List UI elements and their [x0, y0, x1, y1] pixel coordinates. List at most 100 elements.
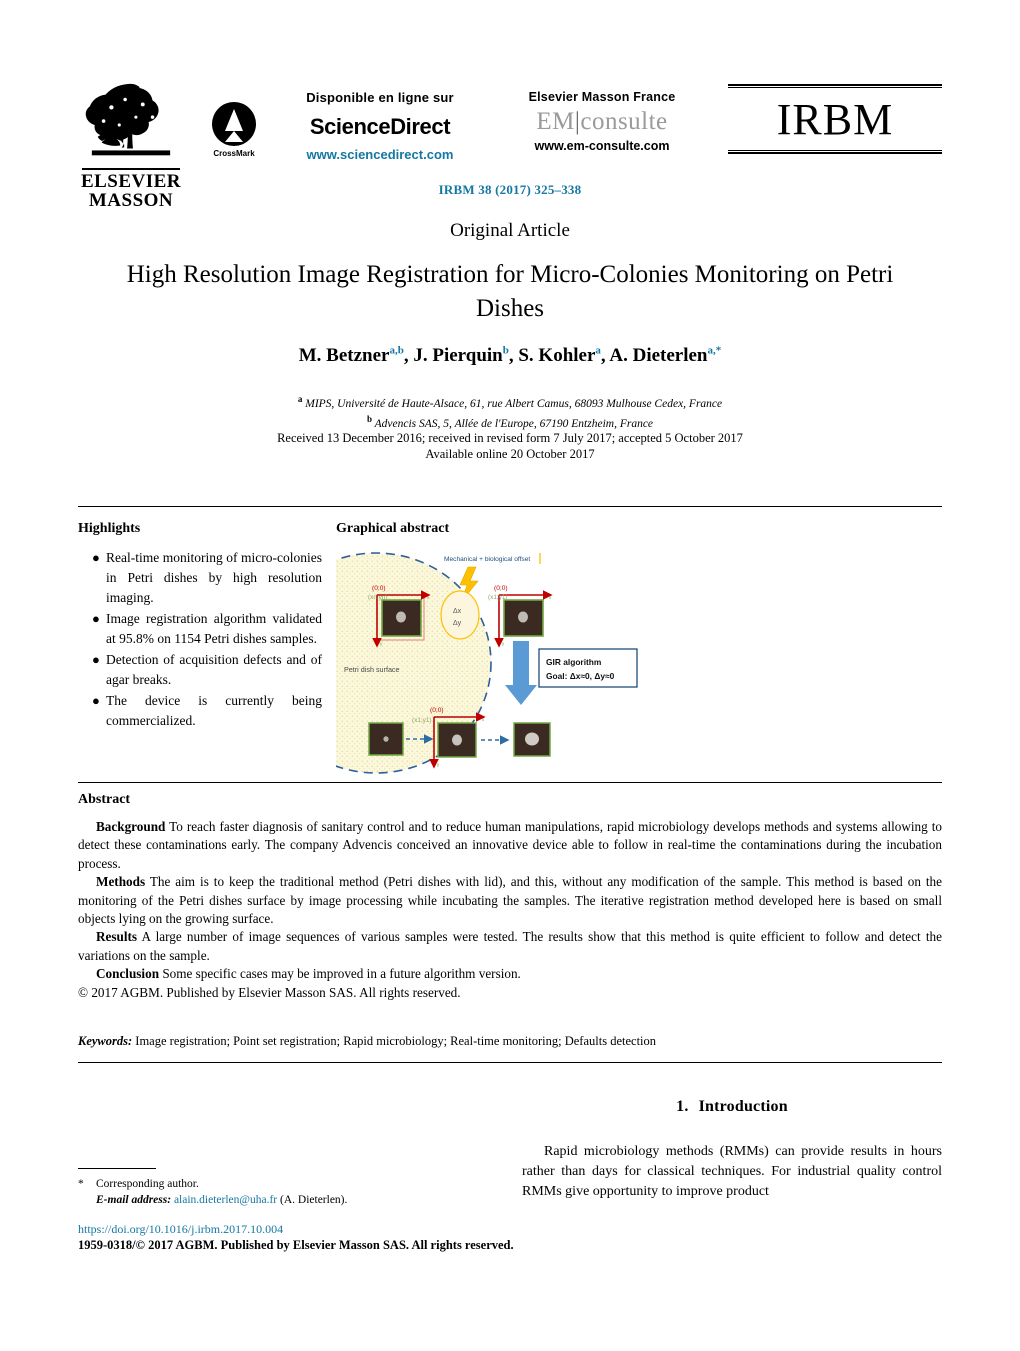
process-arrow-icon [505, 641, 537, 705]
affiliation-marker: b [366, 413, 372, 424]
abstract-paragraph-text: A large number of image sequences of var… [78, 929, 942, 963]
affiliation-item: b Advencis SAS, 5, Allée de l'Europe, 67… [60, 412, 960, 432]
author-affiliation-marker: a,b [389, 345, 404, 357]
sciencedirect-url[interactable]: www.sciencedirect.com [280, 147, 480, 162]
crossmark-icon [212, 102, 256, 146]
abstract-paragraph-label: Methods [96, 874, 146, 890]
doi-link[interactable]: https://doi.org/10.1016/j.irbm.2017.10.0… [78, 1222, 283, 1237]
list-item: ● Real-time monitoring of micro-colonies… [92, 548, 322, 608]
coord-label-right: (x1;y1) [488, 594, 508, 601]
author-name: S. Kohler [518, 345, 596, 367]
author-entry[interactable]: A. Dieterlena,* [609, 345, 721, 366]
author-affiliation-marker: a [595, 345, 601, 357]
footnote-block: * Corresponding author. E-mail address: … [78, 1176, 498, 1208]
emconsulte-url[interactable]: www.em-consulte.com [502, 139, 702, 153]
keywords-label: Keywords: [78, 1034, 133, 1048]
sciencedirect-wordmark: ScienceDirect [309, 114, 451, 139]
highlight-text: Image registration algorithm validated a… [106, 611, 322, 646]
email-line: E-mail address: alain.dieterlen@uha.fr (… [96, 1192, 347, 1208]
bullet-icon: ● [92, 611, 100, 626]
origin-label-bottom: (0;0) [430, 707, 444, 714]
section-title: Introduction [698, 1098, 788, 1115]
abstract-paragraph: Conclusion Some specific cases may be im… [78, 965, 942, 983]
footnote-divider [78, 1168, 156, 1169]
issn-copyright-line: 1959-0318/© 2017 AGBM. Published by Else… [78, 1238, 514, 1252]
author-entry[interactable]: J. Pierquinb [413, 345, 509, 366]
email-row: E-mail address: alain.dieterlen@uha.fr (… [78, 1192, 498, 1208]
delta-x-label: Δx [453, 608, 462, 615]
author-list: M. Betznera,b, J. Pierquinb, S. Kohlera,… [298, 345, 722, 367]
abstract-body: Background To reach faster diagnosis of … [78, 818, 942, 1002]
abstract-heading: Abstract [78, 792, 131, 807]
corresponding-author-text: Corresponding author. [96, 1178, 199, 1190]
article-history-received: Received 13 December 2016; received in r… [277, 431, 743, 445]
journal-logo-rule-bottom [728, 150, 942, 154]
available-online-label: Disponible en ligne sur [306, 90, 454, 105]
author-entry[interactable]: S. Kohlera [518, 345, 601, 366]
email-label: E-mail address: [96, 1194, 172, 1206]
affiliation-list: a MIPS, Université de Haute-Alsace, 61, … [60, 392, 960, 432]
emconsulte-brand-right: consulte [580, 108, 668, 135]
footnote-indent-spacer [78, 1192, 96, 1208]
emconsulte-brand-left: EM [536, 108, 575, 135]
footnote-star-marker: * [78, 1178, 84, 1190]
author-entry[interactable]: M. Betznera,b [299, 345, 404, 366]
list-item: ● Image registration algorithm validated… [92, 609, 322, 649]
abstract-paragraph-text: Some specific cases may be improved in a… [162, 966, 521, 982]
highlights-heading: Highlights [78, 521, 141, 536]
list-item: ● The device is currently being commerci… [92, 691, 322, 731]
affiliation-text: MIPS, Université de Haute-Alsace, 61, ru… [305, 397, 723, 410]
divider-above-abstract [78, 782, 942, 783]
coord-label-left: (xn;yn) [368, 594, 388, 601]
graphical-abstract-svg: Petri dish surface x y (0;0) (xn;yn) Mec… [336, 552, 638, 774]
section-heading-introduction: 1. Introduction [522, 1098, 942, 1116]
bullet-icon: ● [92, 550, 100, 565]
body-paragraph: Rapid microbiology methods (RMMs) can pr… [522, 1144, 942, 1199]
delta-y-label: Δy [453, 620, 462, 627]
crossmark-badge[interactable]: CrossMark [198, 102, 270, 158]
shifted-colony-panel: x y (0;0) (x1;y1) [488, 585, 553, 648]
abstract-paragraph-text: The aim is to keep the traditional metho… [78, 874, 942, 927]
keywords-line: Keywords: Image registration; Point set … [78, 1034, 942, 1049]
svg-text:y: y [502, 641, 505, 646]
graphical-abstract-heading: Graphical abstract [336, 521, 450, 536]
article-type-label: Original Article [450, 220, 570, 241]
highlight-text: Real-time monitoring of micro-colonies i… [106, 550, 322, 605]
coord-label-bottom: (x1;y1) [412, 717, 432, 724]
gir-algorithm-title: GIR algorithm [546, 657, 601, 667]
article-history-online: Available online 20 October 2017 [425, 447, 595, 461]
divider-above-highlights [78, 506, 942, 507]
author-name: A. Dieterlen [609, 345, 708, 367]
email-link[interactable]: alain.dieterlen@uha.fr [174, 1194, 277, 1206]
sciencedirect-block: Disponible en ligne sur ScienceDirect ww… [280, 90, 480, 162]
graphical-abstract-figure: Petri dish surface x y (0;0) (xn;yn) Mec… [336, 545, 650, 777]
abstract-paragraph-text: To reach faster diagnosis of sanitary co… [78, 819, 943, 871]
journal-citation-reference[interactable]: IRBM 38 (2017) 325–338 [0, 182, 1020, 198]
email-attribution: (A. Dieterlen). [280, 1194, 348, 1206]
svg-text:y: y [437, 762, 440, 767]
emconsulte-wordmark: EM|consulte [502, 108, 702, 136]
origin-label-left: (0;0) [372, 585, 386, 592]
section-number: 1. [676, 1098, 689, 1115]
divider-above-body [78, 1062, 942, 1063]
emconsulte-block: Elsevier Masson France EM|consulte www.e… [502, 90, 702, 153]
author-affiliation-marker: b [502, 345, 509, 357]
journal-logo-text: IRBM [776, 95, 894, 144]
abstract-copyright: © 2017 AGBM. Published by Elsevier Masso… [78, 984, 461, 1000]
abstract-paragraph: Results A large number of image sequence… [78, 928, 942, 965]
svg-text:x: x [549, 595, 552, 600]
abstract-paragraph: Methods The aim is to keep the tradition… [78, 873, 942, 928]
bullet-icon: ● [92, 693, 100, 708]
author-affiliation-marker: a,* [707, 345, 722, 357]
paper-page: ELSEVIER MASSON CrossMark Disponible en … [0, 0, 1020, 1351]
logo-divider [82, 168, 180, 170]
keywords-text: Image registration; Point set registrati… [135, 1034, 657, 1048]
article-history: Received 13 December 2016; received in r… [60, 430, 960, 462]
bullet-icon: ● [92, 652, 100, 667]
page-title: High Resolution Image Registration for M… [126, 261, 894, 322]
affiliation-item: a MIPS, Université de Haute-Alsace, 61, … [60, 392, 960, 412]
petri-dish-surface-label: Petri dish surface [344, 665, 400, 674]
author-name: M. Betzner [298, 345, 390, 367]
affiliation-marker: a [297, 394, 303, 404]
origin-label-right: (0;0) [494, 585, 508, 592]
